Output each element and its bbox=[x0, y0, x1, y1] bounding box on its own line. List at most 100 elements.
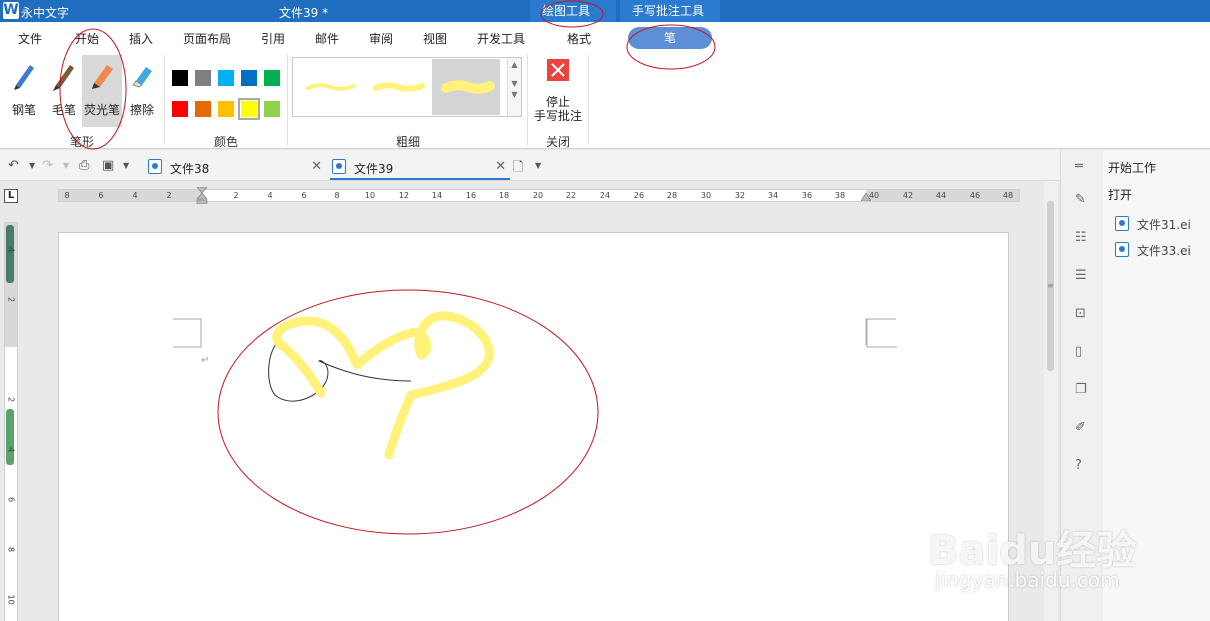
help-icon[interactable]: ? bbox=[1075, 458, 1082, 473]
close-tab-icon[interactable]: ✕ bbox=[495, 159, 506, 174]
ruler-tick-label: 44 bbox=[935, 191, 947, 200]
drawing-tools-tab[interactable]: 绘图工具 bbox=[530, 0, 616, 22]
menu-review[interactable]: 审阅 bbox=[369, 30, 393, 47]
document-tab-active[interactable]: 文件39 ✕ bbox=[330, 154, 510, 180]
document-tab[interactable]: 文件38 ✕ bbox=[146, 154, 326, 180]
ruler-tick-label: 22 bbox=[565, 191, 577, 200]
color-swatch[interactable] bbox=[218, 101, 234, 117]
ruler-tick-label: 36 bbox=[801, 191, 813, 200]
menu-format[interactable]: 格式 bbox=[567, 30, 591, 47]
highlighter-stroke bbox=[272, 311, 494, 460]
color-swatch[interactable] bbox=[195, 70, 211, 86]
color-swatch[interactable] bbox=[241, 70, 257, 86]
new-document-icon[interactable]: 🗋 bbox=[513, 158, 523, 180]
pen-icon[interactable]: ✎ bbox=[1075, 192, 1086, 207]
color-swatch[interactable] bbox=[172, 70, 188, 86]
vertical-ruler[interactable]: 4 2 2 4 6 8 10 bbox=[4, 222, 18, 621]
tab-pen[interactable]: 笔 bbox=[628, 27, 712, 49]
color-swatch[interactable] bbox=[264, 70, 280, 86]
print-preview-icon[interactable]: ⎙ bbox=[79, 158, 89, 173]
color-swatch[interactable] bbox=[264, 101, 280, 117]
thickness-gallery: ▲ ▼ ▼ bbox=[292, 57, 522, 117]
ruler-tick-label: 18 bbox=[498, 191, 510, 200]
recent-file-item[interactable]: 文件31.ei bbox=[1115, 216, 1191, 233]
thickness-gallery-scroll[interactable]: ▲ ▼ ▼ bbox=[507, 58, 521, 116]
stop-annotation-button[interactable]: 停止 手写批注 bbox=[534, 55, 582, 127]
fountain-pen-button[interactable]: 钢笔 bbox=[4, 55, 44, 127]
copy-icon[interactable]: ❐ bbox=[1075, 382, 1087, 397]
tab-stop-selector[interactable]: L bbox=[4, 189, 18, 203]
menu-developer[interactable]: 开发工具 bbox=[477, 30, 525, 47]
edit-icon[interactable]: ✐ bbox=[1075, 420, 1086, 435]
ribbon: 钢笔 毛笔 荧光笔 擦除 笔形 颜色 ▲ ▼ ▼ 粗细 停止 手写批注 关闭 bbox=[0, 51, 1210, 149]
menu-insert[interactable]: 插入 bbox=[129, 30, 153, 47]
ruler-tick-label: 2 bbox=[233, 191, 239, 200]
ruler-tick-label: 6 bbox=[6, 496, 16, 503]
indent-marker-icon[interactable] bbox=[196, 187, 208, 205]
paragraph-mark: ↵ bbox=[201, 355, 209, 366]
app-name: 永中文字 bbox=[21, 6, 70, 20]
ruler-tick-label: 46 bbox=[969, 191, 981, 200]
color-swatch[interactable] bbox=[218, 70, 234, 86]
document-page[interactable]: ↵ bbox=[58, 232, 1009, 621]
ruler-tick-label: 8 bbox=[334, 191, 340, 200]
group-divider bbox=[287, 55, 288, 145]
page-content: ↵ bbox=[173, 311, 897, 460]
fountain-pen-icon bbox=[14, 65, 34, 90]
redo-dropdown-icon[interactable]: ▼ bbox=[63, 161, 69, 170]
thickness-group-label: 粗细 bbox=[396, 135, 421, 149]
customize-dropdown-icon[interactable]: ▼ bbox=[123, 161, 129, 170]
menu-page-layout[interactable]: 页面布局 bbox=[183, 30, 231, 47]
redo-icon[interactable]: ↷ bbox=[42, 158, 53, 173]
ruler-tick-label: 42 bbox=[902, 191, 914, 200]
document-icon bbox=[1115, 216, 1129, 231]
lock-icon[interactable]: ⊡ bbox=[1075, 306, 1086, 321]
ruler-tick-label: 6 bbox=[98, 191, 104, 200]
save-icon[interactable]: ▣ bbox=[102, 158, 114, 173]
gallery-expand-icon[interactable]: ▼ bbox=[508, 90, 521, 99]
open-section-label[interactable]: 打开 bbox=[1108, 186, 1132, 203]
thickness-option-medium[interactable] bbox=[364, 59, 432, 115]
ruler-tick-label: 4 bbox=[132, 191, 138, 200]
ruler-tick-label: 38 bbox=[834, 191, 846, 200]
navigation-tree-icon[interactable]: ☰ bbox=[1075, 268, 1087, 283]
horizontal-ruler[interactable]: 8 6 4 2 2 4 6 8 10 12 14 16 18 20 22 24 26 28 30 32 34 36 38 40… bbox=[58, 187, 1020, 205]
settings-sliders-icon[interactable]: ☷ bbox=[1075, 230, 1087, 245]
title-bar: W 永中文字 文件39 * 绘图工具 手写批注工具 bbox=[0, 0, 1210, 22]
vertical-ruler-handle[interactable] bbox=[6, 409, 14, 465]
new-document-dropdown-icon[interactable]: ▼ bbox=[535, 161, 541, 170]
quick-access-bar: ↶ ▼ ↷ ▼ ⎙ ▣ ▼ 文件38 ✕ 文件39 ✕ 🗋 ▼ bbox=[0, 150, 1060, 181]
right-indent-marker-icon[interactable] bbox=[861, 193, 871, 201]
stop-label-line1: 停止 bbox=[545, 95, 570, 109]
menu-file[interactable]: 文件 bbox=[18, 30, 42, 47]
menu-home[interactable]: 开始 bbox=[75, 30, 99, 47]
scroll-up-icon[interactable]: ▲ bbox=[508, 60, 521, 69]
scroll-down-icon[interactable]: ▼ bbox=[508, 79, 521, 88]
medium-stroke-icon bbox=[373, 82, 425, 92]
highlighter-button[interactable]: 荧光笔 bbox=[82, 55, 122, 127]
color-swatch[interactable] bbox=[238, 98, 260, 120]
scrollbar-grip-icon: ≡ bbox=[1047, 281, 1054, 290]
ruler-tick-label: 2 bbox=[166, 191, 172, 200]
thickness-option-thin[interactable] bbox=[296, 59, 364, 115]
menu-view[interactable]: 视图 bbox=[423, 30, 447, 47]
undo-dropdown-icon[interactable]: ▼ bbox=[29, 161, 35, 170]
undo-icon[interactable]: ↶ bbox=[8, 158, 19, 173]
brush-pen-button[interactable]: 毛笔 bbox=[44, 55, 84, 127]
handwriting-annotation-tools-tab[interactable]: 手写批注工具 bbox=[620, 0, 720, 22]
fountain-pen-label: 钢笔 bbox=[11, 103, 36, 117]
panel-collapse-icon[interactable]: ═ bbox=[1075, 159, 1083, 174]
color-swatch[interactable] bbox=[172, 101, 188, 117]
thickness-option-thick[interactable] bbox=[432, 59, 500, 115]
menu-mailings[interactable]: 邮件 bbox=[315, 30, 339, 47]
menu-references[interactable]: 引用 bbox=[261, 30, 285, 47]
recent-file-item[interactable]: 文件33.ei bbox=[1115, 242, 1191, 259]
eraser-button[interactable]: 擦除 bbox=[122, 55, 162, 127]
close-tab-icon[interactable]: ✕ bbox=[311, 159, 322, 174]
color-swatch[interactable] bbox=[195, 101, 211, 117]
clipboard-icon[interactable]: ▯ bbox=[1075, 344, 1082, 359]
ruler-tick-label: 8 bbox=[64, 191, 70, 200]
eraser-label: 擦除 bbox=[129, 103, 154, 117]
highlighter-label: 荧光笔 bbox=[83, 103, 120, 117]
ruler-tick-label: 30 bbox=[700, 191, 712, 200]
